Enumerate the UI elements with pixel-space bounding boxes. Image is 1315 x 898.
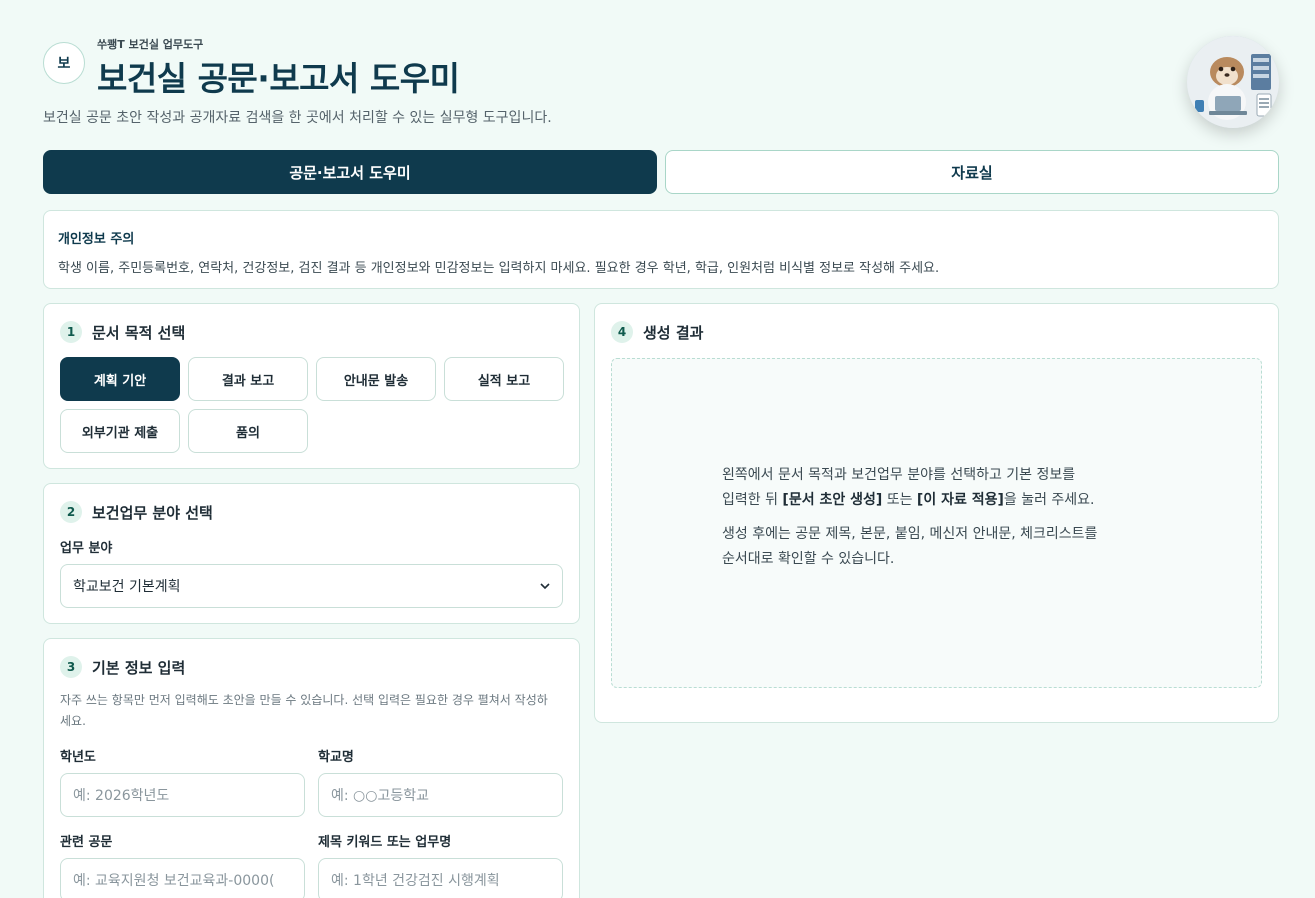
purpose-options: 계획 기안 결과 보고 안내문 발송 실적 보고 외부기관 제출 품의: [60, 357, 564, 453]
step-number: 2: [60, 501, 82, 523]
result-line-3: 생성 후에는 공문 제목, 본문, 붙임, 메신저 안내문, 체크리스트를: [722, 526, 1098, 542]
otter-mascot-icon: [1187, 36, 1279, 128]
school-name-input[interactable]: 예: ○○고등학교: [318, 773, 563, 817]
field-card: 2 보건업무 분야 선택 업무 분야 학교보건 기본계획: [43, 483, 580, 624]
tab-resource-library[interactable]: 자료실: [665, 150, 1279, 194]
purpose-button-plan[interactable]: 계획 기안: [60, 357, 180, 401]
step-title: 문서 목적 선택: [92, 323, 186, 342]
step-title: 보건업무 분야 선택: [92, 503, 213, 522]
main-tabs: 공문·보고서 도우미 자료실: [43, 150, 1279, 194]
page-header: 보 쑤쾡T 보건실 업무도구 보건실 공문·보고서 도우미 보건실 공문 초안 …: [43, 0, 1279, 140]
privacy-notice: 개인정보 주의 학생 이름, 주민등록번호, 연락처, 건강정보, 검진 결과 …: [43, 210, 1279, 289]
result-placeholder-text: 왼쪽에서 문서 목적과 보건업무 분야를 선택하고 기본 정보를 입력한 뒤 […: [722, 463, 1097, 581]
app-subtitle: 쑤쾡T 보건실 업무도구: [97, 38, 204, 51]
work-field-select[interactable]: 학교보건 기본계획: [60, 564, 563, 608]
field-label: 관련 공문: [60, 835, 113, 850]
basic-info-fields: 학년도 예: 2026학년도 학교명 예: ○○고등학교 관련 공문 예: 교육…: [60, 746, 563, 898]
result-line-2c: 또는: [882, 492, 917, 508]
field-label: 업무 분야: [60, 541, 113, 556]
result-placeholder-area: 왼쪽에서 문서 목적과 보건업무 분야를 선택하고 기본 정보를 입력한 뒤 […: [611, 358, 1262, 688]
field-label: 제목 키워드 또는 업무명: [318, 835, 452, 850]
purpose-button-performance-report[interactable]: 실적 보고: [444, 357, 564, 401]
title-keyword-input[interactable]: 예: 1학년 건강검진 시행계획: [318, 858, 563, 898]
purpose-card: 1 문서 목적 선택 계획 기안 결과 보고 안내문 발송 실적 보고 외부기관…: [43, 303, 580, 469]
step-title: 생성 결과: [643, 323, 704, 342]
page-description: 보건실 공문 초안 작성과 공개자료 검색을 한 곳에서 처리할 수 있는 실무…: [43, 110, 552, 126]
result-card: 4 생성 결과 왼쪽에서 문서 목적과 보건업무 분야를 선택하고 기본 정보를…: [594, 303, 1279, 723]
purpose-button-notice[interactable]: 안내문 발송: [316, 357, 436, 401]
related-document-input[interactable]: 예: 교육지원청 보건교육과-0000(: [60, 858, 305, 898]
privacy-text: 학생 이름, 주민등록번호, 연락처, 건강정보, 검진 결과 등 개인정보와 …: [58, 261, 940, 276]
result-line-1: 왼쪽에서 문서 목적과 보건업무 분야를 선택하고 기본 정보를: [722, 467, 1076, 483]
helper-text: 자주 쓰는 항목만 먼저 입력해도 초안을 만들 수 있습니다. 선택 입력은 …: [60, 693, 548, 728]
field-label: 학년도: [60, 750, 96, 765]
apply-resource-reference: [이 자료 적용]: [916, 492, 1004, 508]
chevron-down-icon: [540, 583, 550, 590]
purpose-button-result-report[interactable]: 결과 보고: [188, 357, 308, 401]
page: 보 쑤쾡T 보건실 업무도구 보건실 공문·보고서 도우미 보건실 공문 초안 …: [43, 0, 1279, 898]
step-number: 3: [60, 656, 82, 678]
page-title: 보건실 공문·보고서 도우미: [97, 59, 460, 98]
privacy-title: 개인정보 주의: [58, 232, 135, 247]
result-line-2e: 을 눌러 주세요.: [1003, 492, 1095, 508]
step-number: 4: [611, 321, 633, 343]
purpose-button-external-submission[interactable]: 외부기관 제출: [60, 409, 180, 453]
brand-badge: 보: [43, 42, 85, 84]
purpose-button-approval[interactable]: 품의: [188, 409, 308, 453]
basic-info-card: 3 기본 정보 입력 자주 쓰는 항목만 먼저 입력해도 초안을 만들 수 있습…: [43, 638, 580, 898]
step-number: 1: [60, 321, 82, 343]
generate-draft-reference: [문서 초안 생성]: [782, 492, 883, 508]
school-year-input[interactable]: 예: 2026학년도: [60, 773, 305, 817]
result-line-4: 순서대로 확인할 수 있습니다.: [722, 551, 895, 567]
result-line-2a: 입력한 뒤: [722, 492, 783, 508]
step-title: 기본 정보 입력: [92, 658, 186, 677]
select-value: 학교보건 기본계획: [73, 579, 181, 595]
tab-document-helper[interactable]: 공문·보고서 도우미: [43, 150, 657, 194]
mascot-avatar: [1187, 36, 1279, 128]
field-label: 학교명: [318, 750, 354, 765]
